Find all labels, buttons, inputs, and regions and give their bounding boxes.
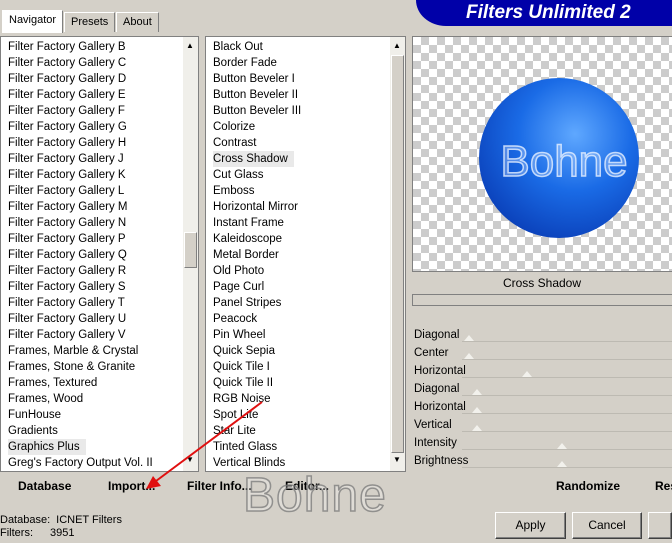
annotation-arrow-icon <box>146 401 263 489</box>
tab-navigator[interactable]: Navigator <box>2 10 64 33</box>
